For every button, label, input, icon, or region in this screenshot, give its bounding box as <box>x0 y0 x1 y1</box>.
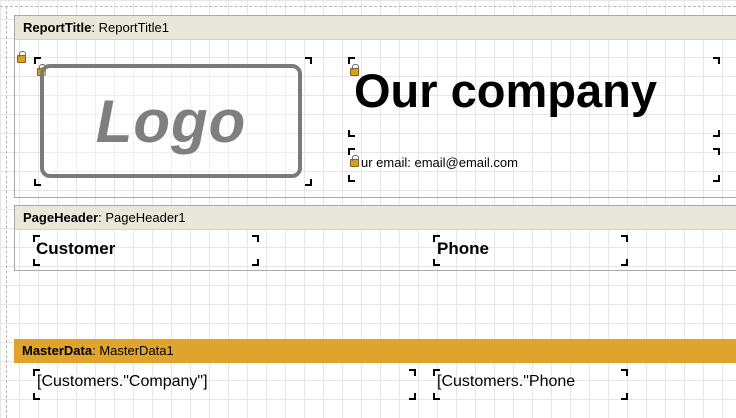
phone-field: [Customers."Phone <box>437 373 576 390</box>
lock-icon <box>350 155 359 167</box>
selection-corner <box>252 235 259 242</box>
selection-corner <box>252 259 259 266</box>
page-header-band-header[interactable]: PageHeader: PageHeader1 <box>15 206 736 230</box>
selection-corner <box>348 175 355 182</box>
band-type: ReportTitle <box>23 20 92 35</box>
selection-corner <box>713 130 720 137</box>
phone-header: Phone <box>437 239 489 258</box>
selection-corner <box>33 259 40 266</box>
selection-corner <box>409 369 416 376</box>
selection-corner <box>713 57 720 64</box>
logo-text: Logo <box>95 87 247 155</box>
selection-corner <box>33 393 40 400</box>
email-text: ur email: email@email.com <box>361 155 518 170</box>
band-name: ReportTitle1 <box>98 20 169 35</box>
page-edge-left <box>6 6 7 418</box>
selection-corner <box>621 235 628 242</box>
selection-corner <box>34 57 41 64</box>
band-name: PageHeader1 <box>105 210 186 225</box>
selection-corner <box>433 259 440 266</box>
selection-corner <box>713 175 720 182</box>
master-data-band-header[interactable]: MasterData: MasterData1 <box>14 339 736 363</box>
customer-header: Customer <box>36 239 116 258</box>
selection-corner <box>305 179 312 186</box>
selection-corner <box>621 369 628 376</box>
selection-corner <box>409 393 416 400</box>
band-name: MasterData1 <box>99 343 174 358</box>
band-type: MasterData <box>22 343 93 358</box>
selection-corner <box>621 393 628 400</box>
lock-icon <box>17 51 26 63</box>
selection-corner <box>34 179 41 186</box>
selection-corner <box>433 393 440 400</box>
selection-corner <box>348 148 355 155</box>
selection-corner <box>305 57 312 64</box>
band-type: PageHeader <box>23 210 99 225</box>
selection-corner <box>713 148 720 155</box>
logo-image: Logo <box>40 64 302 178</box>
company-field: [Customers."Company"] <box>37 373 208 390</box>
report-title-band-header[interactable]: ReportTitle: ReportTitle1 <box>15 16 736 40</box>
selection-corner <box>348 130 355 137</box>
page-edge-top <box>0 6 736 7</box>
company-name: Our company <box>354 64 657 117</box>
selection-corner <box>348 57 355 64</box>
selection-corner <box>621 259 628 266</box>
